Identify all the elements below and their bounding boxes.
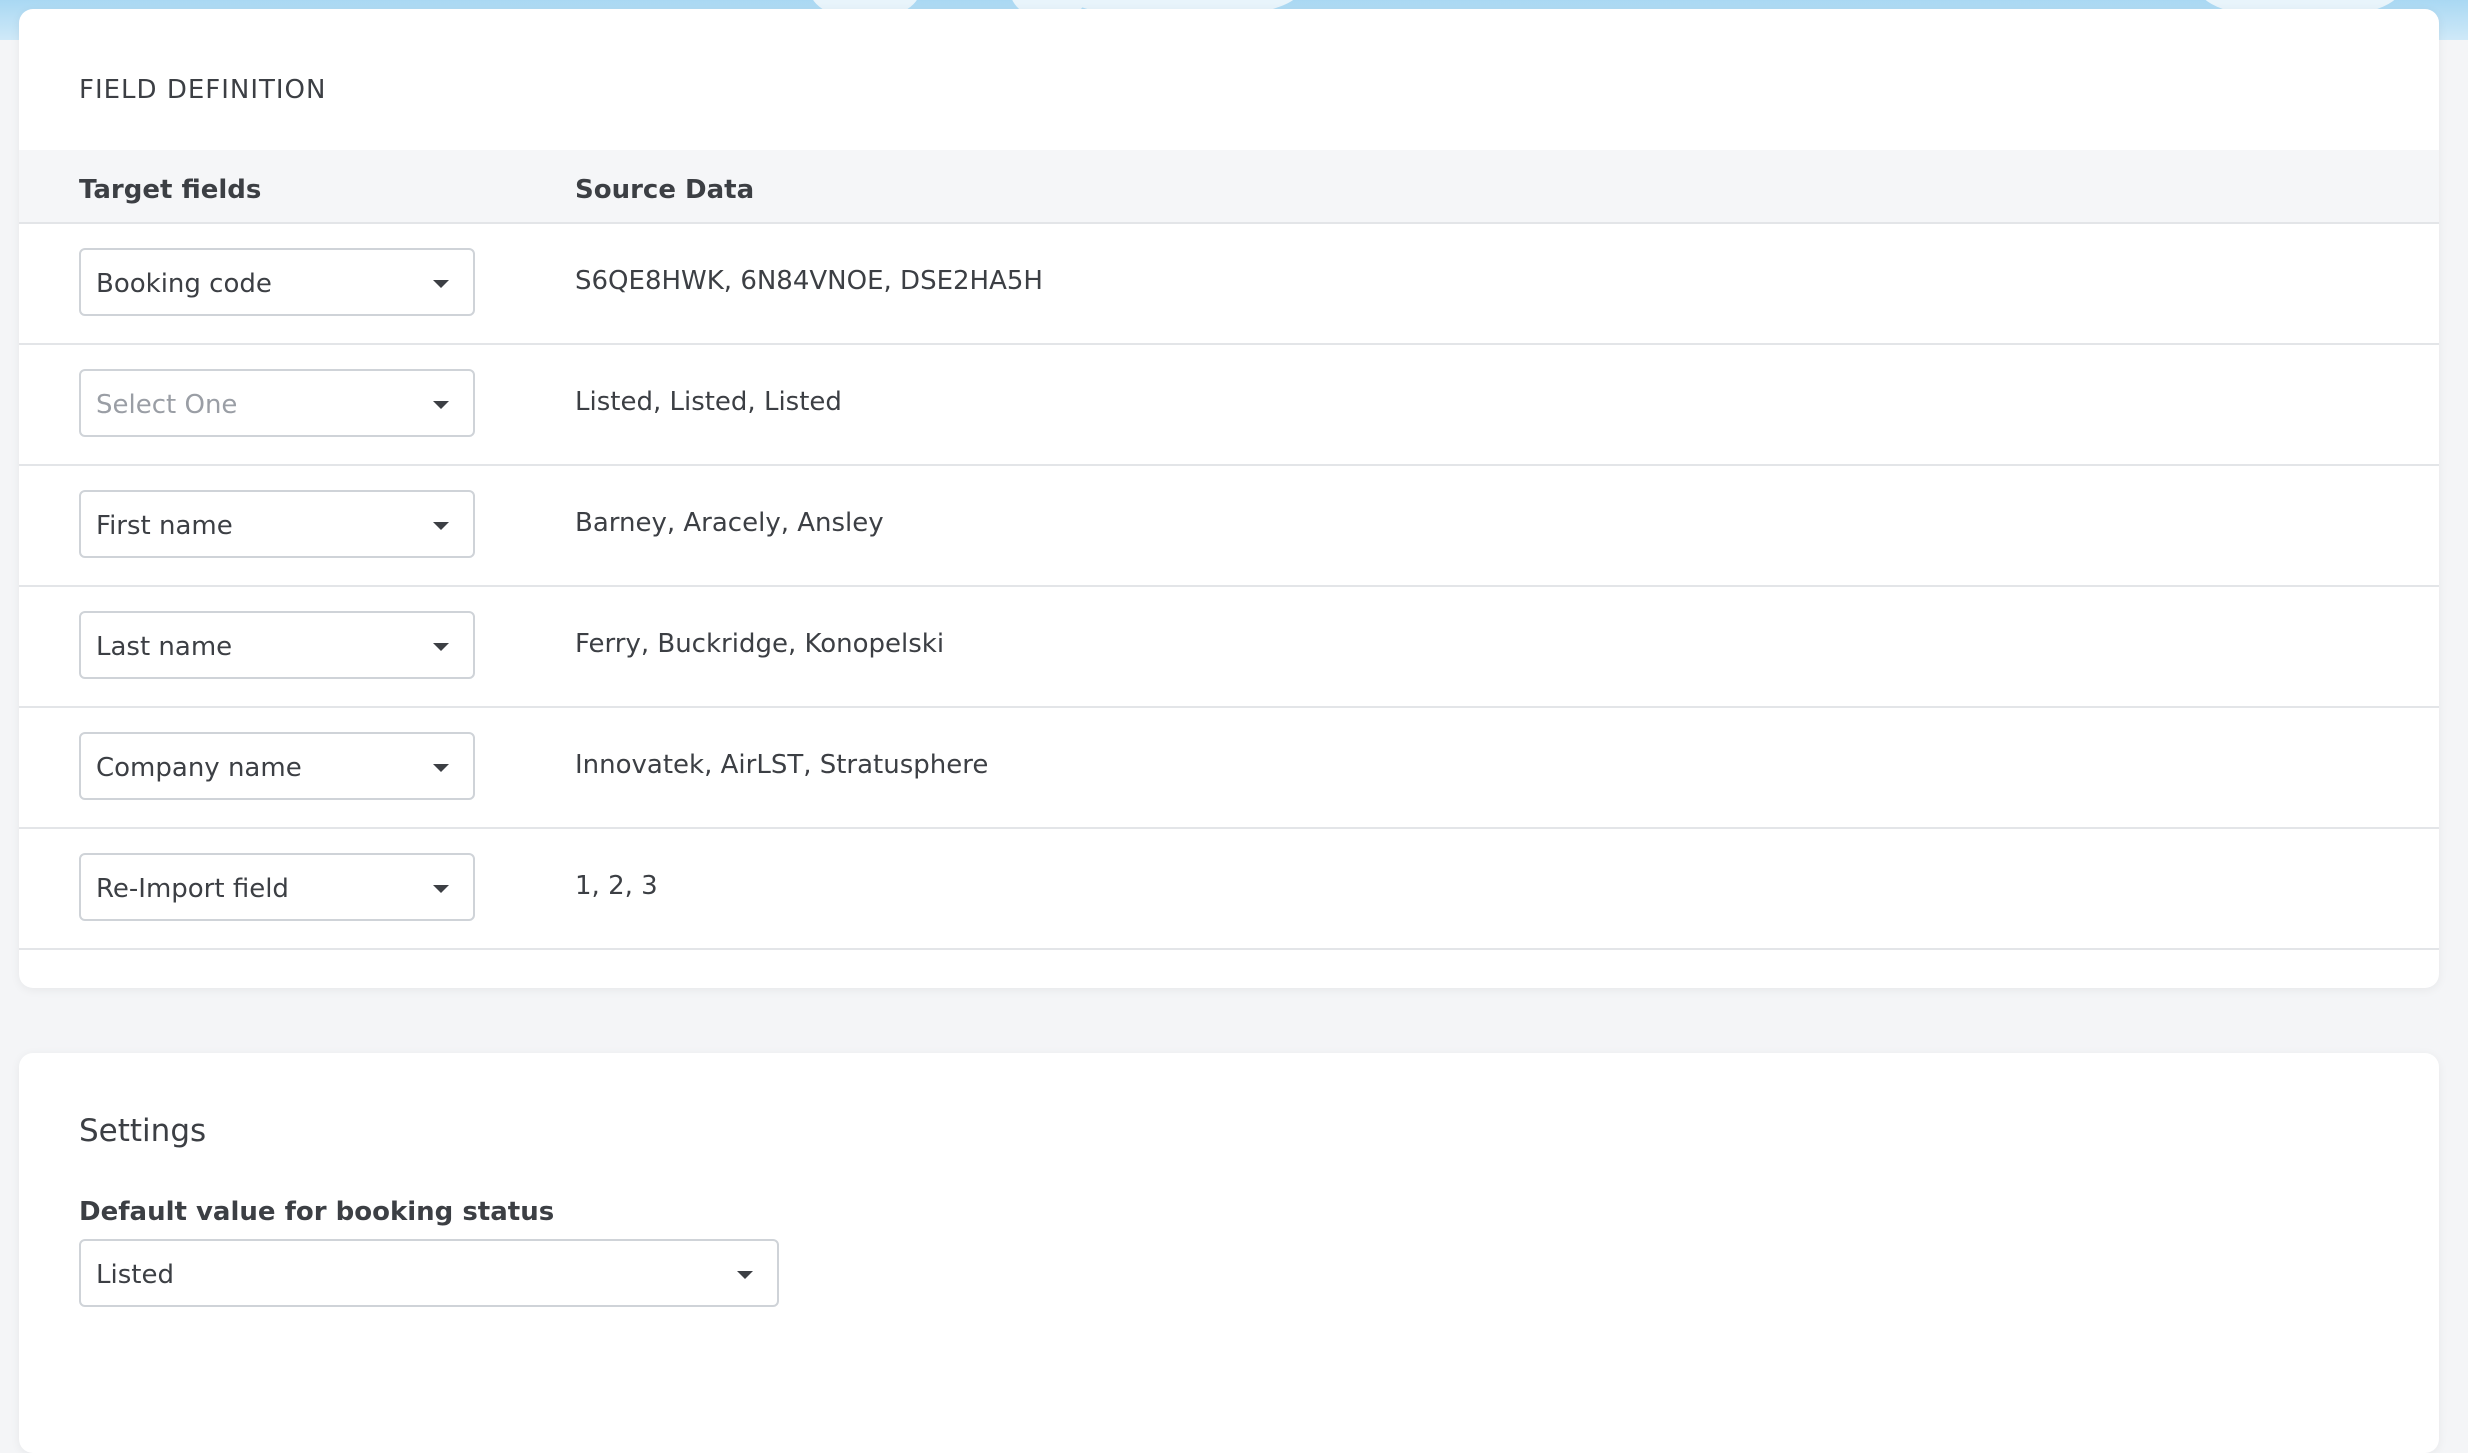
target-field-select[interactable]: Select One	[79, 369, 475, 437]
table-row: Company name Innovatek, AirLST, Stratusp…	[19, 708, 2439, 829]
select-value: First name	[96, 511, 233, 541]
settings-title: Settings	[79, 1113, 207, 1149]
default-booking-status-label: Default value for booking status	[79, 1197, 555, 1227]
caret-down-icon	[433, 280, 449, 288]
field-definition-card: FIELD DEFINITION Target fields Source Da…	[19, 9, 2439, 988]
target-field-select[interactable]: First name	[79, 490, 475, 558]
table-header: Target fields Source Data	[19, 150, 2439, 224]
settings-card: Settings Default value for booking statu…	[19, 1053, 2439, 1453]
field-definition-title: FIELD DEFINITION	[79, 75, 327, 105]
caret-down-icon	[433, 764, 449, 772]
caret-down-icon	[433, 401, 449, 409]
caret-down-icon	[433, 643, 449, 651]
default-booking-status-select[interactable]: Listed	[79, 1239, 779, 1307]
table-row: First name Barney, Aracely, Ansley	[19, 466, 2439, 587]
target-field-select[interactable]: Last name	[79, 611, 475, 679]
column-header-source-data: Source Data	[575, 175, 755, 205]
select-value: Booking code	[96, 269, 272, 299]
table-row: Booking code S6QE8HWK, 6N84VNOE, DSE2HA5…	[19, 224, 2439, 345]
select-placeholder: Select One	[96, 390, 238, 420]
source-data-value: 1, 2, 3	[575, 871, 658, 901]
select-value: Re-Import field	[96, 874, 289, 904]
select-value: Listed	[96, 1260, 174, 1290]
target-field-select[interactable]: Re-Import field	[79, 853, 475, 921]
target-field-select[interactable]: Booking code	[79, 248, 475, 316]
caret-down-icon	[433, 522, 449, 530]
source-data-value: Ferry, Buckridge, Konopelski	[575, 629, 945, 659]
select-value: Last name	[96, 632, 233, 662]
column-header-target-fields: Target fields	[79, 175, 262, 205]
select-value: Company name	[96, 753, 302, 783]
source-data-value: Barney, Aracely, Ansley	[575, 508, 884, 538]
source-data-value: Innovatek, AirLST, Stratusphere	[575, 750, 989, 780]
source-data-value: Listed, Listed, Listed	[575, 387, 842, 417]
target-field-select[interactable]: Company name	[79, 732, 475, 800]
table-row: Last name Ferry, Buckridge, Konopelski	[19, 587, 2439, 708]
source-data-value: S6QE8HWK, 6N84VNOE, DSE2HA5H	[575, 266, 1043, 296]
caret-down-icon	[433, 885, 449, 893]
table-row: Select One Listed, Listed, Listed	[19, 345, 2439, 466]
table-row: Re-Import field 1, 2, 3	[19, 829, 2439, 950]
caret-down-icon	[737, 1271, 753, 1279]
